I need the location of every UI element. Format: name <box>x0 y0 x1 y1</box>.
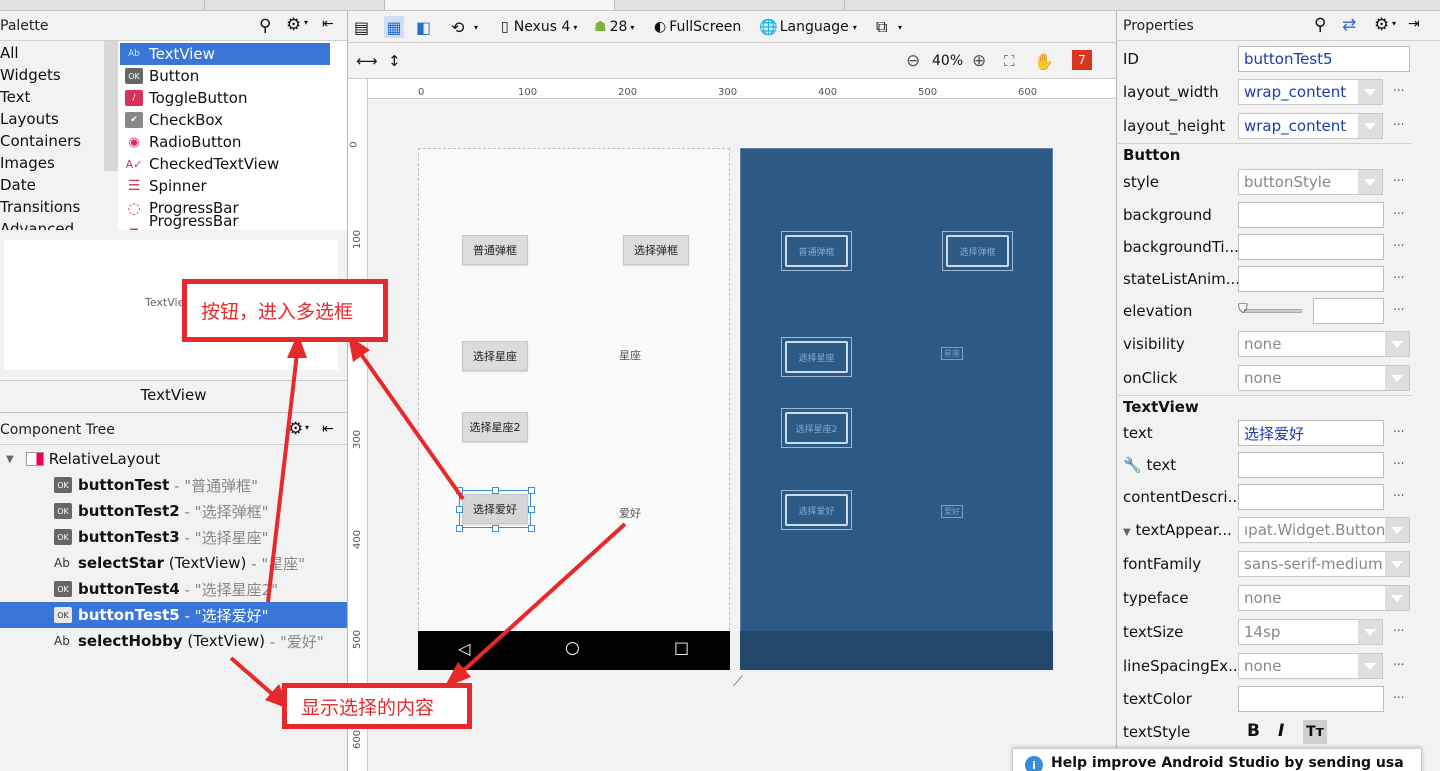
annotation-callout-content: 显示选择的内容 <box>282 683 472 729</box>
arrow-to-callout2 <box>229 656 280 701</box>
arrow-to-callout2 <box>451 522 627 682</box>
annotation-callout-button: 按钮，进入多选框 <box>182 279 388 342</box>
annotation-arrows <box>229 333 627 709</box>
android-studio-window: Palette ⚲ ⚙ ▾ ⇤ All Widgets Text Layouts… <box>0 0 1440 771</box>
arrow-to-callout1 <box>266 344 300 603</box>
arrow-to-callout1 <box>354 345 465 501</box>
